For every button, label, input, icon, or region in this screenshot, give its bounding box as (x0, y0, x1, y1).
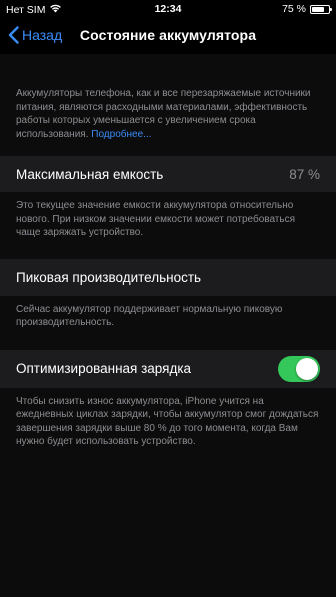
peak-performance-row: Пиковая производительность (0, 258, 336, 296)
battery-fill (312, 6, 324, 12)
peak-performance-footnote: Сейчас аккумулятор поддерживает нормальн… (16, 303, 283, 329)
page-title: Состояние аккумулятора (79, 27, 257, 43)
toggle-knob (296, 357, 318, 380)
optimized-charging-row: Оптимизированная зарядка (0, 349, 336, 388)
optimized-charging-toggle[interactable] (278, 355, 320, 382)
optimized-charging-label: Оптимизированная зарядка (16, 361, 192, 376)
intro-description: Аккумуляторы телефона, как и все перезар… (16, 88, 311, 140)
max-capacity-row: Максимальная емкость 87 % (0, 156, 336, 192)
learn-more-link[interactable]: Подробнее... (91, 129, 151, 140)
max-capacity-label: Максимальная емкость (16, 166, 164, 182)
max-capacity-footnote: Это текущее значение емкости аккумулятор… (16, 200, 296, 238)
peak-performance-label: Пиковая производительность (16, 269, 202, 285)
battery-group: 75 % (282, 3, 332, 15)
navigation-bar: Назад Состояние аккумулятора (0, 18, 336, 54)
status-bar: Нет SIM 12:34 75 % (0, 0, 336, 18)
battery-percent: 75 % (282, 3, 306, 15)
intro-text: Аккумуляторы телефона, как и все перезар… (0, 54, 336, 141)
battery-icon (310, 4, 332, 14)
settings-content: Аккумуляторы телефона, как и все перезар… (0, 54, 336, 597)
max-capacity-value: 87 % (289, 166, 320, 182)
optimized-charging-footnote: Чтобы снизить износ аккумулятора, iPhone… (16, 395, 319, 448)
